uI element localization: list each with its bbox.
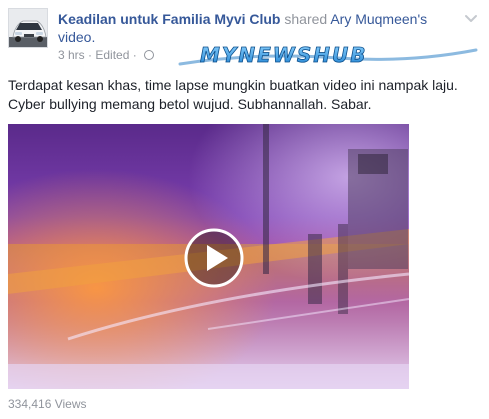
post-text: Terdapat kesan khas, time lapse mungkin … xyxy=(8,77,458,112)
edited-label[interactable]: Edited xyxy=(95,48,129,62)
meta-separator: · xyxy=(88,48,93,62)
globe-icon[interactable] xyxy=(144,50,155,60)
shared-label: shared xyxy=(284,11,328,27)
car-avatar-icon xyxy=(9,9,47,47)
timestamp[interactable]: 3 hrs xyxy=(58,48,85,62)
meta-separator-2: · xyxy=(132,48,137,62)
play-icon[interactable] xyxy=(184,228,244,288)
author-link[interactable]: Keadilan untuk Familia Myvi Club xyxy=(58,11,280,27)
chevron-down-icon[interactable] xyxy=(463,10,479,26)
watermark-text: MYNEWSHUB xyxy=(200,43,367,67)
post-meta: 3 hrs · Edited · xyxy=(58,47,155,63)
view-count: 334,416 Views xyxy=(8,397,87,411)
post-header: Keadilan untuk Familia Myvi Club shared … xyxy=(58,10,438,46)
avatar[interactable] xyxy=(8,8,48,48)
video-player[interactable] xyxy=(8,124,409,389)
mynewshub-watermark: MYNEWSHUB xyxy=(178,43,478,67)
